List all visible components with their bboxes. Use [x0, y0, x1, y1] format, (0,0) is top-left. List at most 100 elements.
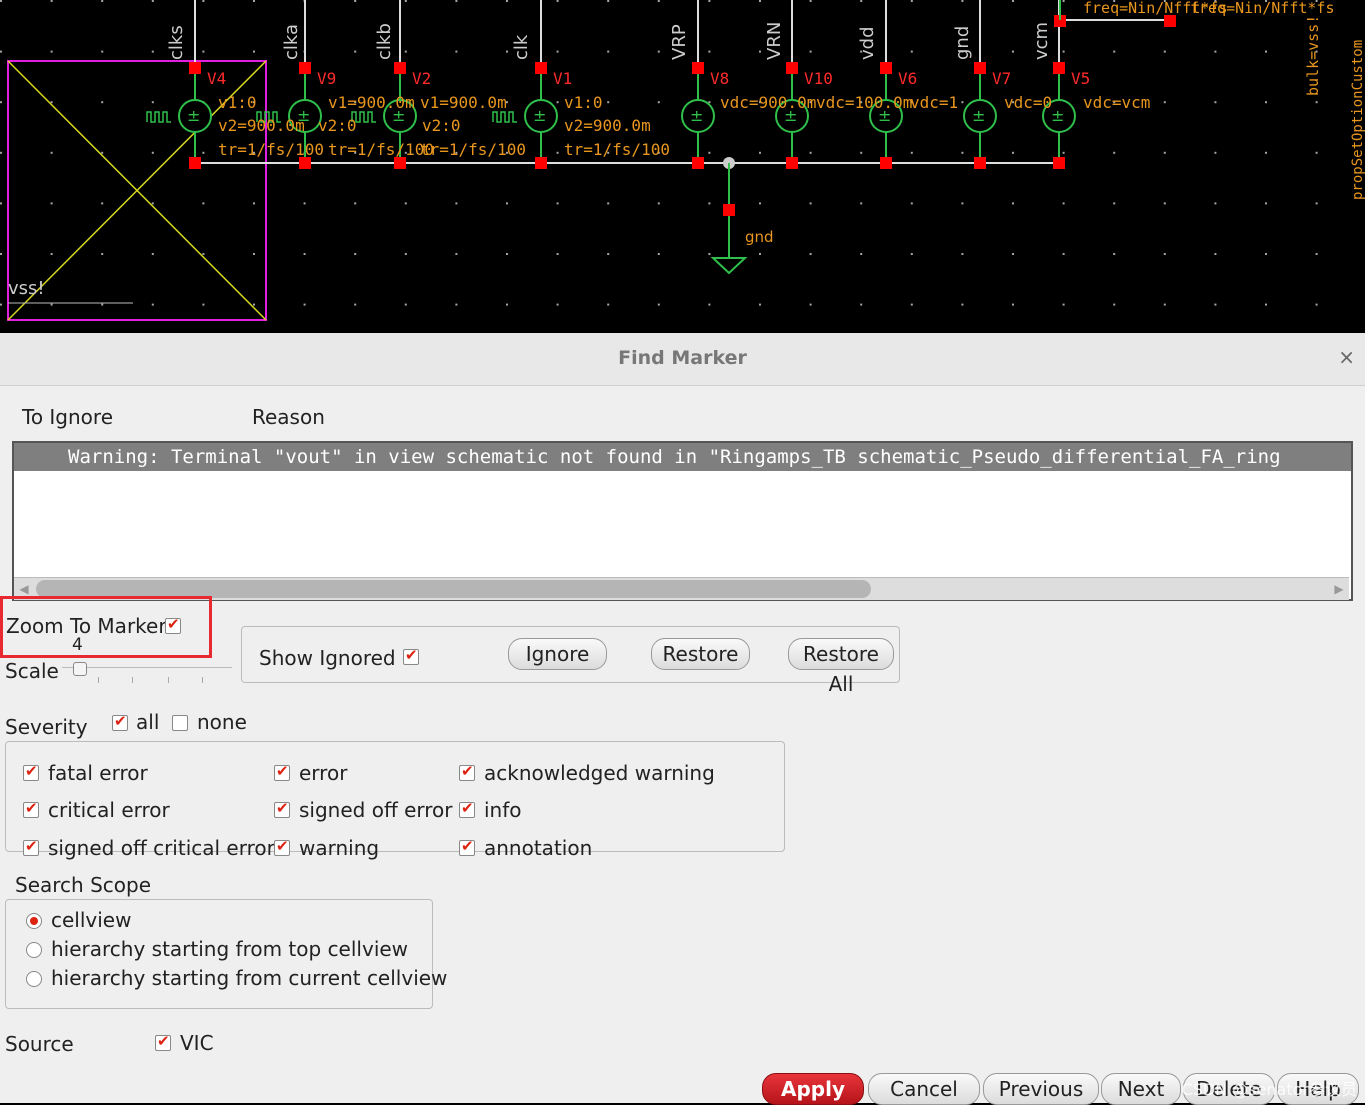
severity-checkbox[interactable]: [459, 837, 475, 856]
severity-option-label: fatal error: [48, 761, 148, 785]
dialog-title: Find Marker: [618, 347, 747, 369]
severity-all-checkbox[interactable]: [112, 712, 128, 731]
severity-none-checkbox[interactable]: [172, 715, 188, 731]
instance-name: V5: [1071, 69, 1090, 88]
gnd-label: gnd: [745, 228, 774, 246]
v7-vdc: vdc=0: [1004, 93, 1052, 112]
v1-tr: tr=1/fs/100: [564, 140, 670, 159]
restore-all-button[interactable]: Restore All: [788, 638, 894, 696]
apply-button[interactable]: Apply: [762, 1073, 864, 1105]
severity-checkbox[interactable]: [459, 762, 475, 781]
severity-option-label: critical error: [48, 798, 170, 822]
v9-tr: tr=1/fs/100: [328, 140, 434, 159]
pin-marker[interactable]: [299, 62, 311, 74]
v1-v1: v1:0: [564, 93, 603, 112]
severity-none-label: none: [197, 710, 247, 734]
pin-marker[interactable]: [394, 62, 406, 74]
severity-option-label: signed off error: [299, 798, 453, 822]
pin-marker[interactable]: [974, 157, 986, 169]
severity-option-label: info: [484, 798, 522, 822]
marker-row[interactable]: Warning: Terminal "vout" in view schemat…: [14, 443, 1351, 471]
pin-marker[interactable]: [786, 157, 798, 169]
severity-checkbox[interactable]: [23, 799, 39, 818]
v2-v2: v2:0: [422, 116, 461, 135]
pin-marker[interactable]: [692, 62, 704, 74]
scale-value: 4: [72, 635, 83, 655]
severity-option-label: warning: [299, 836, 380, 860]
pin-marker[interactable]: [974, 62, 986, 74]
pin-marker[interactable]: [1053, 157, 1065, 169]
scale-slider-handle[interactable]: [73, 662, 87, 676]
pin-marker[interactable]: [880, 62, 892, 74]
pin-marker[interactable]: [1053, 62, 1065, 74]
severity-option-label: signed off critical error: [48, 836, 275, 860]
pin-marker[interactable]: [692, 157, 704, 169]
column-header-to-ignore[interactable]: To Ignore: [22, 405, 113, 429]
source-polarity: ±: [1051, 106, 1064, 125]
pin-marker[interactable]: [535, 62, 547, 74]
source-polarity: ±: [690, 106, 703, 125]
dialog-titlebar[interactable]: Find Marker ×: [0, 333, 1365, 386]
v2-v1: v1=900.0m: [420, 93, 507, 112]
bulk-label: bulk=vss!: [1304, 15, 1322, 96]
severity-checkbox[interactable]: [23, 762, 39, 781]
column-header-reason[interactable]: Reason: [252, 405, 325, 429]
source-polarity: ±: [972, 106, 985, 125]
v4-tr: tr=1/fs/100: [218, 140, 324, 159]
cancel-button[interactable]: Cancel: [868, 1073, 980, 1105]
schematic-canvas[interactable]: vss! gnd ± clks V4 ± clka V9 ± clkb V2 ± clk V1 ± VRP…: [0, 0, 1365, 333]
v5-vdc: vdc=vcm: [1083, 93, 1150, 112]
pulse-icon: [146, 111, 171, 123]
source-polarity: ±: [533, 106, 546, 125]
pin-marker[interactable]: [880, 157, 892, 169]
scope-radio[interactable]: [26, 913, 42, 929]
schematic-drawing[interactable]: vss! gnd ± clks V4 ± clka V9 ± clkb V2 ± clk V1 ± VRP…: [0, 0, 1365, 333]
source-label: Source: [5, 1032, 74, 1056]
pin-marker[interactable]: [535, 157, 547, 169]
next-button[interactable]: Next: [1101, 1073, 1181, 1105]
scale-label: Scale: [5, 659, 59, 683]
instance-name: V6: [898, 69, 917, 88]
pin-marker[interactable]: [189, 157, 201, 169]
v4-v2: v2=900.0m: [218, 116, 305, 135]
net-label: VRP: [669, 24, 690, 60]
scale-slider[interactable]: [62, 662, 232, 685]
severity-all-label: all: [136, 710, 160, 734]
find-marker-dialog: Find Marker × To Ignore Reason Warning: …: [0, 333, 1365, 1105]
severity-checkbox[interactable]: [23, 837, 39, 856]
scope-radio[interactable]: [26, 942, 42, 958]
pin-marker[interactable]: [786, 62, 798, 74]
severity-checkbox[interactable]: [459, 799, 475, 818]
source-vic-checkbox[interactable]: [155, 1032, 171, 1051]
pulse-icon: [492, 111, 517, 123]
net-label: clk: [511, 34, 532, 60]
show-ignored-checkbox[interactable]: [403, 646, 419, 665]
v1-v2: v2=900.0m: [564, 116, 651, 135]
scroll-right-icon[interactable]: ▶: [1329, 580, 1349, 598]
severity-checkbox[interactable]: [274, 799, 290, 818]
scope-radio[interactable]: [26, 971, 42, 987]
severity-checkbox[interactable]: [274, 762, 290, 781]
severity-checkbox[interactable]: [274, 837, 290, 856]
previous-button[interactable]: Previous: [983, 1073, 1099, 1105]
prop-label: propSetOptionCustom: [1350, 40, 1365, 200]
scope-option-label: hierarchy starting from top cellview: [51, 937, 409, 961]
close-icon[interactable]: ×: [1338, 345, 1355, 369]
zoom-to-marker-label: Zoom To Marker: [6, 614, 167, 638]
restore-button[interactable]: Restore: [651, 638, 750, 670]
severity-option-label: error: [299, 761, 348, 785]
ignore-button[interactable]: Ignore: [508, 638, 607, 670]
net-label: vcm: [1031, 22, 1052, 60]
instance-name: V7: [992, 69, 1011, 88]
horizontal-scrollbar[interactable]: ◀ ▶: [14, 577, 1349, 600]
search-scope-label: Search Scope: [15, 873, 151, 897]
severity-option-label: acknowledged warning: [484, 761, 715, 785]
pin-marker[interactable]: [189, 62, 201, 74]
freq-label-2: freq=Nin/Nfft*fs: [1190, 0, 1335, 17]
net-label: vdd: [857, 26, 878, 60]
instance-name: V10: [804, 69, 833, 88]
net-label: clks: [166, 25, 187, 60]
vss-label: vss!: [8, 278, 45, 299]
zoom-to-marker-checkbox[interactable]: [165, 615, 181, 634]
v2-tr: tr=1/fs/100: [420, 140, 526, 159]
